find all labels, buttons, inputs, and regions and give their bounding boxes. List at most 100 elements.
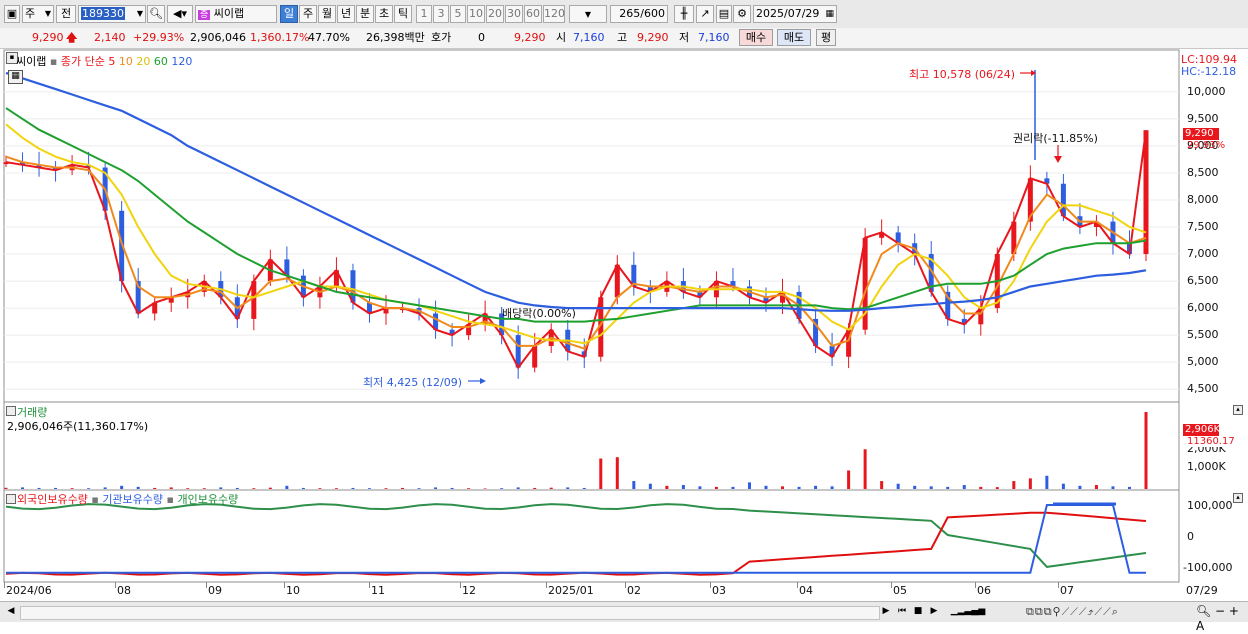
period-tab-1[interactable]: 주 [299,5,317,23]
institution-holding-label: 기관보유수량 [102,493,164,506]
chart-toolbar: ▣ 주 ▼ 전 189330 ▼ 🔍︎ ◀▾ 증 씨이랩 일주월년분초틱 1 3 5 10… [0,0,1248,29]
volume-pct: 1,360.17% [250,31,310,44]
type-secondary-button[interactable]: 전 [56,5,76,23]
minute-tab-20[interactable]: 20 [486,5,504,23]
date-field[interactable]: 2025/07/29 ▦ [753,5,837,23]
period-tab-0[interactable]: 일 [280,5,298,23]
stop-icon[interactable]: ■ [911,605,925,618]
date-label: 2024/06 [6,584,52,597]
volume-bar [268,487,272,489]
minute-tab-30[interactable]: 30 [505,5,523,23]
high-annotation: 최고 10,578 (06/24) [909,68,1016,81]
candle-type-icon[interactable]: ╫ [674,5,694,23]
count-value: 265 [619,7,641,20]
foreign-holding-label: 외국인보유수량 [17,493,88,506]
open-label: 시 [556,31,567,44]
buy-button[interactable]: 매수 [739,29,773,46]
volume-bar [1144,412,1148,489]
scroll-left-icon[interactable]: ◀ [4,605,18,618]
individual-holding-label: 개인보유수량 [177,493,239,506]
volume-bar [632,481,636,489]
high-price: 9,290 [637,31,669,44]
volume-bar [582,487,586,489]
volume-bar [384,488,388,489]
window-menu-icon[interactable]: ▣ [4,5,20,23]
volume-bar [334,488,338,489]
panel-toggle-icon[interactable] [6,494,16,504]
evaluate-button[interactable]: 평 [816,29,836,46]
scroll-right-icon[interactable]: ▶ [880,605,892,618]
sell-button[interactable]: 매도 [777,29,811,46]
price-tick: 4,500 [1187,382,1219,396]
period-tab-2[interactable]: 월 [318,5,336,23]
stock-code-input[interactable]: 189330 ▼ [78,5,146,23]
volume-bar [979,486,983,489]
minute-tab-1[interactable]: 1 [416,5,432,23]
ask-price: 9,290 [514,31,546,44]
date-label: 2025/01 [548,584,594,597]
rewind-icon[interactable]: ⏮ [895,605,909,618]
ma-60-label: 60 [153,55,168,68]
chevron-down-icon: ▼ [584,10,592,19]
speed-slider[interactable]: ▁▂▃▄▅ [946,605,990,618]
period-tab-3[interactable]: 년 [337,5,355,23]
volume-bar [37,487,41,489]
date-label: 04 [799,584,813,597]
volume-bar [318,488,322,489]
vol-tick-1000: 1,000K [1187,460,1226,473]
volume-bar [136,486,140,489]
period-tab-5[interactable]: 초 [375,5,393,23]
period-tab-6[interactable]: 틱 [394,5,412,23]
tools-icon[interactable]: ↗ [696,5,714,23]
period-tab-4[interactable]: 분 [356,5,374,23]
zoom-controls[interactable]: 🔍︎ − + A [1196,604,1246,633]
price-tick: 5,500 [1187,328,1219,342]
minute-tab-10[interactable]: 10 [467,5,485,23]
volume-bar [747,482,751,489]
chart-scrollbar[interactable] [20,606,880,620]
gear-icon[interactable]: ⚙ [733,5,751,23]
drawing-tools-icon[interactable]: ⧉⧉⧉⚲⟋⟋⟋⤴⟋⟋⌕ [1026,604,1196,619]
stock-name-field[interactable]: 증 씨이랩 [195,5,277,23]
save-icon[interactable]: ▤ [716,5,732,23]
search-icon[interactable]: 🔍︎ [147,5,165,23]
volume-bar [417,488,421,489]
panel-toggle-icon[interactable] [6,406,16,416]
volume-bar [467,488,471,489]
volume-bar [814,485,818,489]
date-label: 06 [977,584,991,597]
volume-bar [285,485,289,489]
volume-bar [252,488,256,489]
close-icon[interactable]: ▴ [1233,493,1243,503]
date-tick [1058,582,1059,588]
volume-value: 2,906,046 [190,31,246,44]
volume-bar [764,485,768,489]
volume-bar [681,485,685,489]
hold-tick-100000: 100,000 [1187,499,1233,512]
volume-bar [830,486,834,489]
data-count-field[interactable]: 265/600 [610,5,668,23]
volume-bar [896,483,900,489]
minute-tab-120[interactable]: 120 [543,5,565,23]
date-tick [975,582,976,588]
minute-tab-60[interactable]: 60 [524,5,542,23]
date-label: 07 [1060,584,1074,597]
up-arrow-icon: 🡅 [66,31,78,44]
market-type-value: 주 [25,7,36,20]
volume-bar [1127,486,1131,489]
date-tick [4,582,5,588]
volume-tag: 2,906K [1183,424,1221,436]
current-price: 9,290 [32,31,64,44]
play-icon[interactable]: ▶ [927,605,941,618]
stock-title: 씨이랩 [16,55,47,68]
open-price: 7,160 [573,31,605,44]
minute-tab-3[interactable]: 3 [433,5,449,23]
speaker-icon[interactable]: ◀▾ [167,5,193,23]
close-icon[interactable]: ▴ [1233,405,1243,415]
count-spinner[interactable]: ▼ [569,5,607,23]
holding-legend: 외국인보유수량 ▪ 기관보유수량 ▪ 개인보유수량 [17,491,238,507]
grid-toggle-icon[interactable]: ▦ [8,70,23,84]
minute-tab-5[interactable]: 5 [450,5,466,23]
volume-bar [516,487,520,489]
market-type-select[interactable]: 주 ▼ [22,5,54,23]
